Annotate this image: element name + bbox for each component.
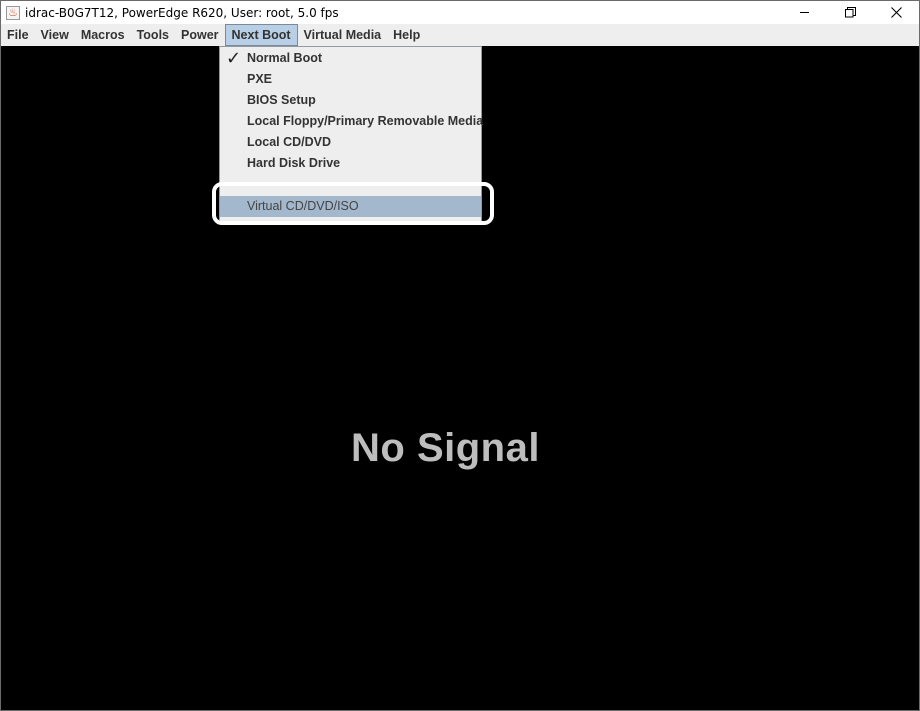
menu-option-label: Normal Boot: [247, 51, 322, 65]
menu-option-virtual-floppy[interactable]: Virtual Floppy: [220, 174, 481, 186]
menu-power[interactable]: Power: [175, 24, 225, 46]
menu-option-bios-setup[interactable]: BIOS Setup: [220, 90, 481, 111]
menu-option-label: Virtual Floppy: [247, 178, 330, 186]
minimize-button[interactable]: [781, 1, 827, 24]
menu-option-pxe[interactable]: PXE: [220, 69, 481, 90]
checkmark-icon: ✓: [226, 48, 242, 69]
menu-help[interactable]: Help: [387, 24, 426, 46]
menu-option-normal-boot[interactable]: ✓ Normal Boot: [220, 48, 481, 69]
menu-next-boot[interactable]: Next Boot: [224, 24, 298, 46]
menu-option-label: BIOS Setup: [247, 93, 316, 107]
minimize-icon: [799, 12, 809, 13]
menu-option-label: Local CD/DVD: [247, 135, 332, 149]
menu-bar: File View Macros Tools Power Next Boot V…: [1, 24, 919, 46]
close-icon: [890, 7, 902, 18]
java-icon: ♨: [6, 5, 20, 20]
restore-icon: [844, 7, 856, 18]
menu-option-local-cd-dvd[interactable]: Local CD/DVD: [220, 132, 481, 153]
menu-option-label: Virtual CD/DVD/ISO: [247, 199, 359, 213]
menu-view[interactable]: View: [35, 24, 75, 46]
window-controls: [781, 1, 919, 24]
menu-option-label: Local Floppy/Primary Removable Media: [247, 114, 484, 128]
menu-tools[interactable]: Tools: [131, 24, 175, 46]
no-signal-message: No Signal: [351, 426, 540, 470]
menu-option-hard-disk-drive[interactable]: Hard Disk Drive: [220, 153, 481, 174]
menu-option-label: Hard Disk Drive: [247, 156, 341, 170]
close-button[interactable]: [873, 1, 919, 24]
menu-virtual-media[interactable]: Virtual Media: [298, 24, 388, 46]
restore-button[interactable]: [827, 1, 873, 24]
menu-file[interactable]: File: [1, 24, 35, 46]
title-bar[interactable]: ♨ idrac-B0G7T12, PowerEdge R620, User: r…: [1, 1, 919, 24]
menu-option-label: PXE: [247, 72, 273, 86]
next-boot-dropdown: ✓ Normal Boot PXE BIOS Setup Local Flopp…: [219, 46, 484, 222]
menu-option-virtual-cd-dvd-iso[interactable]: Virtual CD/DVD/ISO: [220, 196, 481, 217]
window-title: idrac-B0G7T12, PowerEdge R620, User: roo…: [25, 5, 339, 20]
menu-option-local-floppy[interactable]: Local Floppy/Primary Removable Media: [220, 111, 484, 132]
kvm-viewer-window: ♨ idrac-B0G7T12, PowerEdge R620, User: r…: [0, 0, 920, 711]
menu-macros[interactable]: Macros: [75, 24, 131, 46]
